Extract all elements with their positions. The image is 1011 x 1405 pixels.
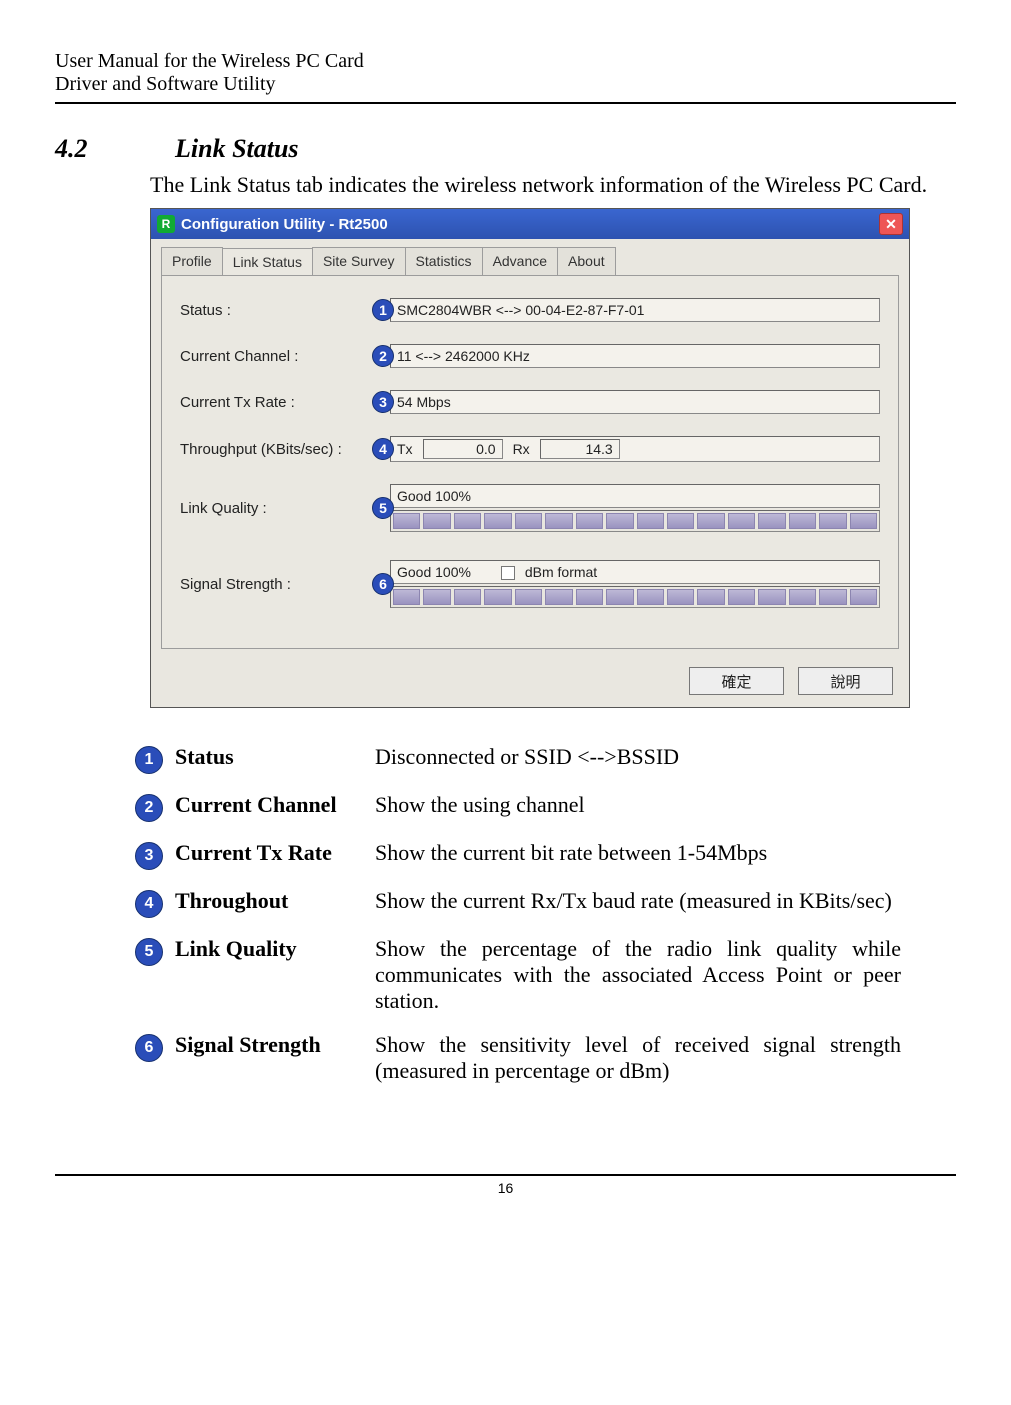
def-desc-linkq: Show the percentage of the radio link qu… — [375, 936, 901, 1014]
def-desc-sigstr: Show the sensitivity level of received s… — [375, 1032, 901, 1084]
screenshot-window: R Configuration Utility - Rt2500 ✕ Profi… — [150, 208, 910, 708]
header-line-1: User Manual for the Wireless PC Card — [55, 50, 956, 73]
def-desc-txrate: Show the current bit rate between 1-54Mb… — [375, 840, 901, 866]
def-row-linkq: 5 Link Quality Show the percentage of th… — [135, 936, 901, 1014]
def-term-throughput: Throughout — [175, 888, 375, 914]
def-desc-channel: Show the using channel — [375, 792, 901, 818]
def-row-sigstr: 6 Signal Strength Show the sensitivity l… — [135, 1032, 901, 1084]
page-footer: 16 — [55, 1174, 956, 1196]
def-term-status: Status — [175, 744, 375, 770]
channel-value: 11 <--> 2462000 KHz — [390, 344, 880, 368]
section-intro: The Link Status tab indicates the wirele… — [150, 172, 956, 198]
callout-1: 1 — [372, 299, 394, 321]
def-num-3: 3 — [135, 842, 163, 870]
linkq-value-text: Good 100% — [397, 488, 471, 504]
callout-5: 5 — [372, 497, 394, 519]
def-num-4: 4 — [135, 890, 163, 918]
dbm-checkbox-wrap[interactable]: dBm format — [501, 564, 597, 580]
callout-2: 2 — [372, 345, 394, 367]
def-row-channel: 2 Current Channel Show the using channel — [135, 792, 901, 822]
definitions-list: 1 Status Disconnected or SSID <-->BSSID … — [135, 744, 901, 1084]
status-value: SMC2804WBR <--> 00-04-E2-87-F7-01 — [390, 298, 880, 322]
def-num-6: 6 — [135, 1034, 163, 1062]
def-term-txrate: Current Tx Rate — [175, 840, 375, 866]
tab-advance[interactable]: Advance — [482, 247, 558, 275]
def-num-1: 1 — [135, 746, 163, 774]
tab-bar: Profile Link Status Site Survey Statisti… — [151, 239, 909, 275]
throughput-label: Throughput (KBits/sec) : — [180, 441, 390, 458]
tab-profile[interactable]: Profile — [161, 247, 223, 275]
dbm-checkbox[interactable] — [501, 566, 515, 580]
callout-4: 4 — [372, 438, 394, 460]
callout-3: 3 — [372, 391, 394, 413]
titlebar: R Configuration Utility - Rt2500 ✕ — [151, 209, 909, 239]
rx-value: 14.3 — [540, 439, 620, 459]
app-logo-icon: R — [157, 215, 175, 233]
callout-6: 6 — [372, 573, 394, 595]
txrate-value: 54 Mbps — [390, 390, 880, 414]
throughput-values: Tx 0.0 Rx 14.3 — [390, 436, 880, 462]
linkq-progress-bar — [390, 510, 880, 532]
sigstr-label: Signal Strength : — [180, 576, 390, 593]
txrate-label: Current Tx Rate : — [180, 394, 390, 411]
tab-about[interactable]: About — [557, 247, 616, 275]
def-row-txrate: 3 Current Tx Rate Show the current bit r… — [135, 840, 901, 870]
section-title: Link Status — [175, 134, 299, 164]
linkq-label: Link Quality : — [180, 500, 390, 517]
def-num-2: 2 — [135, 794, 163, 822]
header-line-2: Driver and Software Utility — [55, 73, 956, 104]
sigstr-value-row: Good 100% dBm format — [390, 560, 880, 584]
dbm-label: dBm format — [525, 564, 597, 580]
panel: 1 Status : SMC2804WBR <--> 00-04-E2-87-F… — [161, 275, 899, 649]
def-term-linkq: Link Quality — [175, 936, 375, 962]
linkq-value: Good 100% — [390, 484, 880, 508]
ok-button[interactable]: 確定 — [689, 667, 784, 695]
def-row-throughput: 4 Throughout Show the current Rx/Tx baud… — [135, 888, 901, 918]
window-title: Configuration Utility - Rt2500 — [181, 216, 388, 233]
tab-site-survey[interactable]: Site Survey — [312, 247, 406, 275]
def-num-5: 5 — [135, 938, 163, 966]
tx-value: 0.0 — [423, 439, 503, 459]
close-icon[interactable]: ✕ — [879, 213, 903, 235]
rx-label: Rx — [513, 441, 530, 457]
def-term-channel: Current Channel — [175, 792, 375, 818]
tab-statistics[interactable]: Statistics — [405, 247, 483, 275]
help-button[interactable]: 說明 — [798, 667, 893, 695]
def-term-sigstr: Signal Strength — [175, 1032, 375, 1058]
sigstr-value-text: Good 100% — [397, 564, 471, 580]
def-row-status: 1 Status Disconnected or SSID <-->BSSID — [135, 744, 901, 774]
def-desc-status: Disconnected or SSID <-->BSSID — [375, 744, 901, 770]
section-number: 4.2 — [55, 134, 175, 164]
sigstr-progress-bar — [390, 586, 880, 608]
def-desc-throughput: Show the current Rx/Tx baud rate (measur… — [375, 888, 901, 914]
channel-label: Current Channel : — [180, 348, 390, 365]
tx-label: Tx — [397, 441, 413, 457]
tab-link-status[interactable]: Link Status — [222, 248, 313, 276]
status-label: Status : — [180, 302, 390, 319]
button-row: 確定 說明 — [151, 659, 909, 707]
